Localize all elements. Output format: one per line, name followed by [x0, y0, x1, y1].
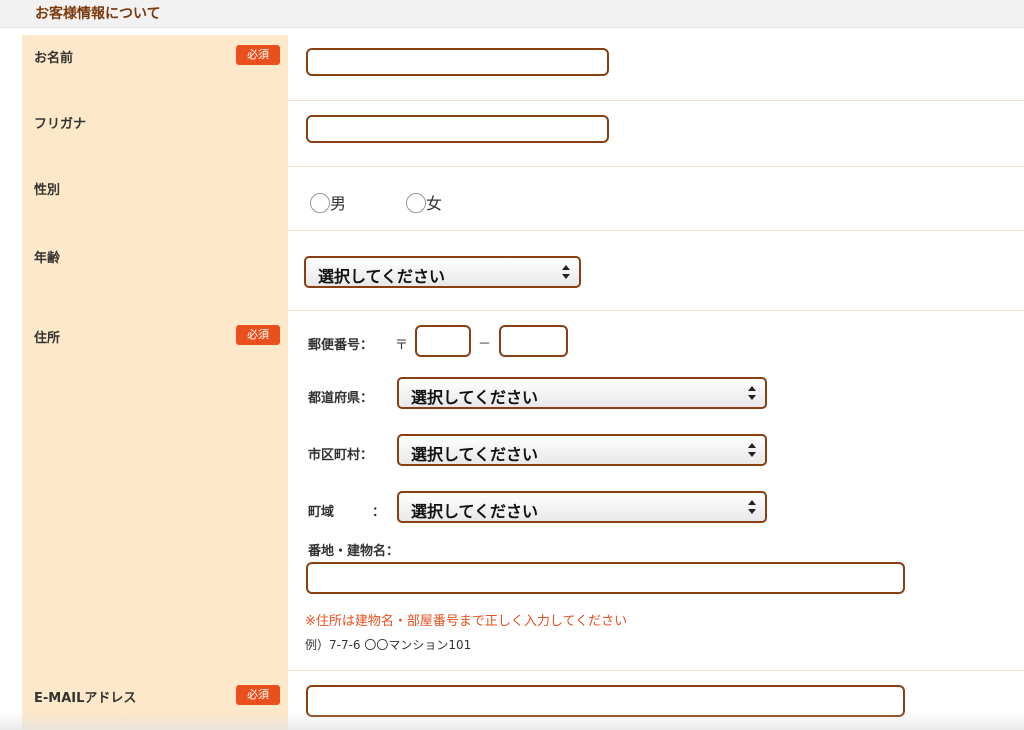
select-arrows-icon	[748, 386, 756, 400]
select-arrows-icon	[748, 443, 756, 457]
content-cell-name	[288, 35, 1024, 101]
prefecture-select[interactable]: 選択してください	[397, 377, 767, 409]
email-label: E-MAILアドレス	[34, 691, 137, 706]
name-input[interactable]	[306, 48, 609, 76]
content-cell-age: 選択してください	[288, 231, 1024, 311]
address-note: ※住所は建物名・部屋番号まで正しく入力してください	[305, 614, 628, 629]
postal-label: 郵便番号：	[308, 338, 374, 353]
row-furigana: フリガナ	[22, 101, 1024, 167]
town-select-value: 選択してください	[411, 502, 539, 521]
required-badge-address: 必須	[236, 325, 280, 345]
prefecture-label: 都道府県：	[308, 391, 374, 406]
furigana-input[interactable]	[306, 115, 609, 143]
bottom-fade	[0, 712, 1024, 730]
content-cell-gender: 男 女	[288, 167, 1024, 231]
row-age: 年齢 選択してください	[22, 231, 1024, 311]
select-arrows-icon	[748, 500, 756, 514]
city-select-value: 選択してください	[411, 445, 539, 464]
label-cell-gender: 性別	[22, 167, 288, 231]
row-gender: 性別 男 女	[22, 167, 1024, 231]
gender-label: 性別	[34, 183, 61, 198]
section-title: お客様情報について	[35, 6, 161, 22]
street-label: 番地・建物名：	[308, 544, 400, 559]
content-cell-address: 郵便番号： 〒 － 都道府県： 選択してください 市区町村： 選択してください …	[288, 311, 1024, 671]
label-cell-furigana: フリガナ	[22, 101, 288, 167]
gender-female-radio[interactable]	[406, 193, 426, 213]
town-colon: ：	[372, 505, 386, 520]
prefecture-select-value: 選択してください	[411, 388, 539, 407]
label-cell-name: お名前 必須	[22, 35, 288, 101]
city-select[interactable]: 選択してください	[397, 434, 767, 466]
address-example: 例）7-7-6 〇〇マンション101	[305, 638, 472, 652]
row-address: 住所 必須 郵便番号： 〒 － 都道府県： 選択してください 市区町村： 選択し…	[22, 311, 1024, 671]
section-header: お客様情報について	[0, 0, 1024, 28]
town-label: 町域	[308, 505, 335, 520]
town-select[interactable]: 選択してください	[397, 491, 767, 523]
select-arrows-icon	[562, 265, 570, 279]
street-input[interactable]	[306, 562, 905, 594]
postal-mark: 〒	[395, 338, 409, 353]
age-select-value: 選択してください	[318, 267, 446, 286]
age-label: 年齢	[34, 251, 61, 266]
age-select[interactable]: 選択してください	[304, 256, 581, 288]
gender-male-radio[interactable]	[310, 193, 330, 213]
postal-code-2-input[interactable]	[499, 325, 568, 357]
city-label: 市区町村：	[308, 448, 374, 463]
label-cell-age: 年齢	[22, 231, 288, 311]
postal-code-1-input[interactable]	[415, 325, 471, 357]
gender-male-label[interactable]: 男	[330, 190, 346, 214]
postal-separator: －	[478, 337, 492, 352]
row-name: お名前 必須	[22, 35, 1024, 101]
gender-female-label[interactable]: 女	[426, 190, 442, 214]
name-label: お名前	[34, 51, 74, 66]
required-badge-name: 必須	[236, 45, 280, 65]
required-badge-email: 必須	[236, 685, 280, 705]
label-cell-address: 住所 必須	[22, 311, 288, 671]
furigana-label: フリガナ	[34, 117, 87, 132]
content-cell-furigana	[288, 101, 1024, 167]
address-label: 住所	[34, 331, 61, 346]
